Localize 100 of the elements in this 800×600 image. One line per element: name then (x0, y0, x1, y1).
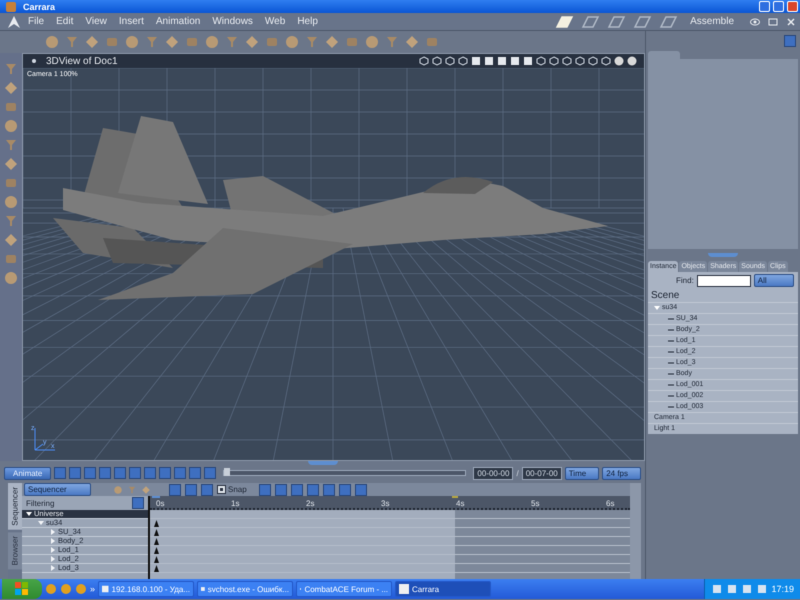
tool-icon[interactable] (3, 194, 19, 210)
minimize-button[interactable] (759, 1, 770, 12)
dot-icon[interactable] (29, 56, 39, 66)
tool-icon[interactable] (3, 232, 19, 248)
snap-checkbox[interactable] (217, 485, 226, 494)
tool-icon[interactable] (284, 34, 300, 50)
filter-dropdown[interactable]: All (754, 274, 794, 287)
taskbar-button[interactable]: 192.168.0.100 - Уда... (98, 581, 194, 597)
tool-icon[interactable] (324, 34, 340, 50)
end-marker[interactable] (452, 496, 458, 498)
quick-launch-icon[interactable] (45, 583, 57, 595)
tool-icon[interactable] (304, 34, 320, 50)
start-button[interactable] (2, 579, 42, 599)
tool-icon[interactable] (404, 34, 420, 50)
collapsed-triangle-icon[interactable] (50, 556, 56, 562)
toolbar-button[interactable] (354, 484, 367, 496)
time-mode-dropdown[interactable]: Time (564, 466, 600, 480)
panel-button[interactable] (784, 35, 796, 47)
tool-icon[interactable] (244, 34, 260, 50)
tool-icon[interactable] (384, 34, 400, 50)
tool-icon[interactable] (3, 270, 19, 286)
menu-item[interactable]: Windows (206, 16, 259, 27)
taskbar-button[interactable]: svchost.exe - Ошибк... (197, 581, 294, 597)
transport-button[interactable] (189, 467, 202, 479)
playhead-marker[interactable] (152, 496, 160, 498)
toolbar-button[interactable] (169, 484, 181, 496)
menu-item[interactable]: View (79, 16, 113, 27)
collapsed-triangle-icon[interactable] (50, 565, 56, 571)
tool-icon[interactable] (364, 34, 380, 50)
taskbar-button[interactable]: Carrara (395, 581, 492, 597)
animate-button[interactable]: Animate (4, 466, 52, 480)
mode-dropdown[interactable]: Sequencer (24, 483, 91, 496)
collapsed-triangle-icon[interactable] (50, 529, 56, 535)
quick-launch-icon[interactable] (60, 583, 72, 595)
collapsed-triangle-icon[interactable] (50, 538, 56, 544)
splitter-handle[interactable] (708, 253, 738, 257)
restore-icon[interactable] (768, 16, 778, 26)
menu-item[interactable]: Help (291, 16, 324, 27)
side-tab[interactable]: Sequencer (8, 483, 22, 530)
menu-item[interactable]: File (22, 16, 50, 27)
tool-icon[interactable] (3, 213, 19, 229)
toolbar-button[interactable] (322, 484, 335, 496)
collapsed-triangle-icon[interactable] (50, 547, 56, 553)
toolbar-button[interactable] (274, 484, 287, 496)
toolbar-button[interactable] (338, 484, 351, 496)
toolbar-button[interactable] (290, 484, 303, 496)
menu-item[interactable]: Insert (112, 16, 150, 27)
transport-button[interactable] (114, 467, 126, 479)
scrubber-thumb[interactable] (224, 468, 230, 476)
transport-button[interactable] (84, 467, 96, 479)
tool-icon[interactable] (224, 34, 240, 50)
transport-button[interactable] (204, 467, 216, 479)
menu-item[interactable]: Animation (150, 16, 206, 27)
taskbar-button[interactable]: CombatACE Forum - ... (296, 581, 392, 597)
transport-button[interactable] (129, 467, 142, 479)
side-tab[interactable]: Browser (8, 532, 22, 570)
quick-launch-icon[interactable] (75, 583, 87, 595)
eye-icon[interactable] (750, 16, 760, 26)
menu-item[interactable]: Edit (50, 16, 80, 27)
transport-button[interactable] (144, 467, 156, 479)
end-time-field[interactable]: 00-07-00 (522, 466, 562, 480)
tray-icon[interactable] (711, 583, 724, 595)
current-time-field[interactable]: 00-00-00 (473, 466, 514, 480)
tool-icon[interactable] (3, 80, 19, 96)
transport-button[interactable] (69, 467, 82, 479)
tool-icon[interactable] (204, 34, 220, 50)
tool-icon[interactable] (164, 34, 180, 50)
tool-icon[interactable] (64, 34, 80, 50)
tool-icon[interactable] (44, 34, 60, 50)
filter-button[interactable] (132, 497, 144, 509)
maximize-button[interactable] (773, 1, 784, 12)
tool-icon[interactable] (3, 137, 19, 153)
tool-icon[interactable] (144, 34, 160, 50)
transport-button[interactable] (99, 467, 112, 479)
tool-icon[interactable] (84, 34, 100, 50)
tray-icon[interactable] (741, 583, 754, 595)
ruler-label: 0s (156, 499, 164, 508)
toolbar-button[interactable] (185, 484, 197, 496)
expanded-triangle-icon[interactable] (26, 511, 32, 517)
tool-icon[interactable] (3, 156, 19, 172)
time-scrubber[interactable] (223, 470, 466, 476)
room-label: Assemble (690, 16, 734, 27)
frame-rate-dropdown[interactable]: 24 fps (602, 466, 641, 480)
tool-icon[interactable] (3, 61, 19, 77)
transport-button[interactable] (54, 467, 66, 479)
toolbar-button[interactable] (258, 484, 271, 496)
transport-button[interactable] (174, 467, 186, 479)
close-button[interactable] (787, 1, 798, 12)
toolbar-button[interactable] (306, 484, 319, 496)
menu-item[interactable]: Web (258, 16, 292, 27)
tool-icon[interactable] (124, 34, 140, 50)
more-chevron[interactable]: » (90, 584, 96, 594)
tray-icon[interactable] (726, 583, 738, 595)
transport-button[interactable] (159, 467, 172, 479)
close-icon[interactable] (786, 16, 796, 26)
tool-icon[interactable] (3, 118, 19, 134)
find-field[interactable] (696, 274, 751, 286)
splitter-handle[interactable] (308, 461, 338, 465)
tray-icon[interactable] (756, 583, 768, 595)
toolbar-button[interactable] (201, 484, 213, 496)
